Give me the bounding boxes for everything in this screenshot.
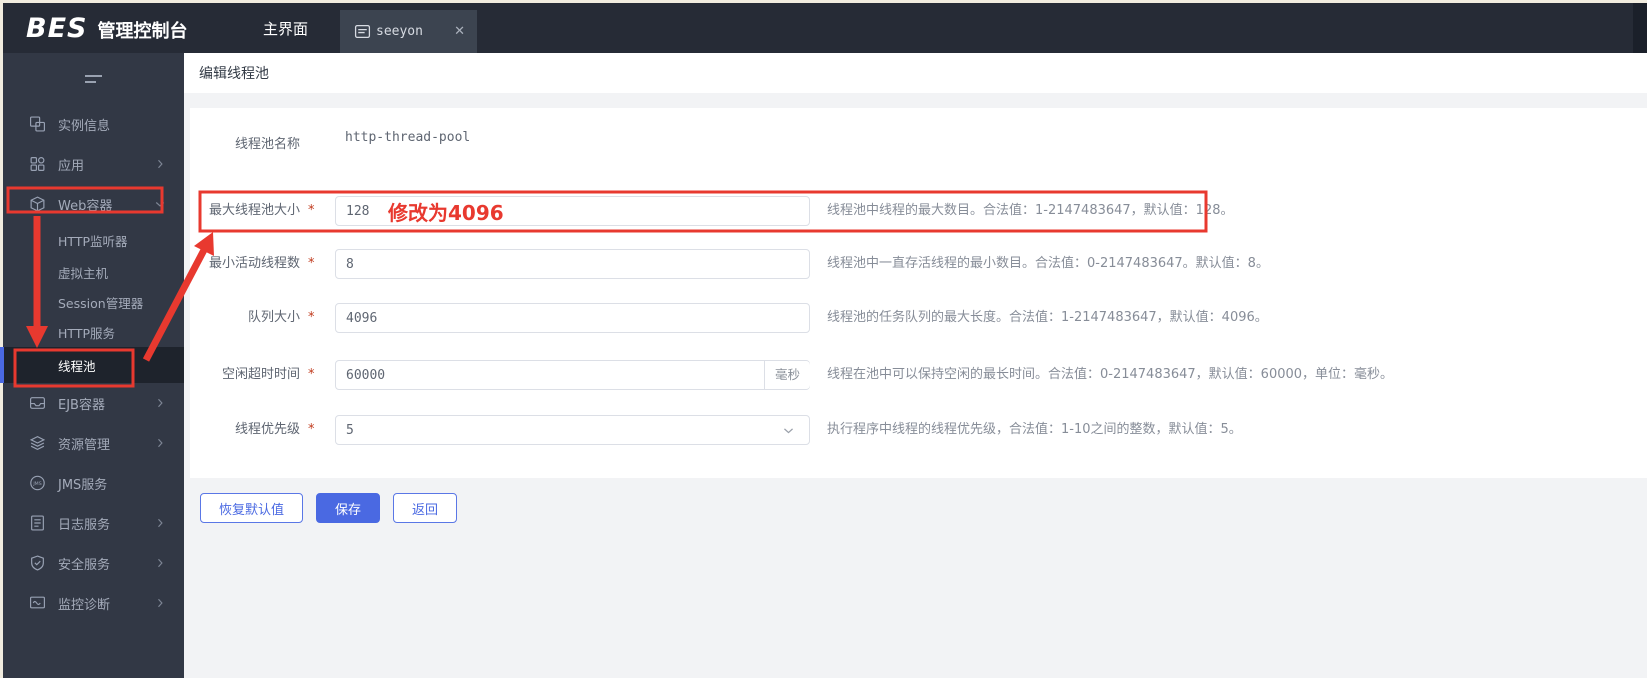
sidebar-item-web-container[interactable]: Web容器 [3, 184, 184, 224]
thread-priority-select[interactable] [335, 415, 810, 445]
form-row-thread-pool-name: 线程池名称 http-thread-pool [190, 130, 1647, 160]
restore-defaults-button[interactable]: 恢复默认值 [200, 493, 304, 523]
save-button[interactable]: 保存 [316, 493, 381, 523]
button-bar: 恢复默认值 保存 返回 [200, 493, 458, 523]
back-button[interactable]: 返回 [393, 493, 458, 523]
layers-icon [29, 435, 46, 452]
form-row-queue-size: 队列大小 * 线程池的任务队列的最大长度。合法值：1-2147483647，默认… [190, 303, 1647, 333]
required-mark: * [308, 367, 315, 382]
field-help: 线程池中线程的最大数目。合法值：1-2147483647，默认值：128。 [827, 203, 1234, 218]
sidebar-item-ejb-container[interactable]: EJB容器 [3, 383, 184, 423]
field-label: 线程池名称 [234, 137, 300, 152]
main-content: 线程池名称 http-thread-pool 最大线程池大小 * 线程池中线程的… [184, 93, 1647, 678]
chevron-right-icon [154, 517, 166, 529]
required-mark: * [308, 256, 315, 271]
queue-size-input[interactable] [335, 303, 810, 333]
tab-label: seeyon [376, 24, 423, 39]
sidebar-item-security-service[interactable]: 安全服务 [3, 543, 184, 583]
document-icon [29, 515, 46, 532]
chevron-right-icon [154, 397, 166, 409]
nav-main-screen[interactable]: 主界面 [263, 3, 308, 53]
field-label: 空闲超时时间 [221, 367, 300, 382]
field-help: 执行程序中线程的线程优先级，合法值：1-10之间的整数，默认值：5。 [827, 422, 1242, 437]
chevron-right-icon [154, 158, 166, 170]
sidebar-item-session-manager[interactable]: Session管理器 [3, 287, 184, 317]
app-title: 管理控制台 [97, 20, 188, 42]
chevron-down-icon[interactable] [782, 424, 795, 437]
required-mark: * [308, 310, 315, 325]
collapse-menu-icon[interactable] [3, 53, 184, 104]
required-mark: * [308, 203, 315, 218]
topbar: BES 管理控制台 主界面 seeyon ✕ [3, 3, 1647, 53]
chevron-right-icon [154, 557, 166, 569]
sidebar-item-monitoring-diagnosis[interactable]: 监控诊断 [3, 583, 184, 623]
monitor-icon [29, 595, 46, 612]
sidebar-item-instance-info[interactable]: 实例信息 [3, 104, 184, 144]
sidebar-item-http-listener[interactable]: HTTP监听器 [3, 224, 184, 257]
topbar-edge-shade [1633, 3, 1647, 53]
page-header: 编辑线程池 [184, 53, 1647, 93]
thread-pool-name-value: http-thread-pool [345, 130, 471, 145]
form-row-idle-timeout: 空闲超时时间 * 毫秒 线程在池中可以保持空闲的最长时间。合法值：0-21474… [190, 360, 1647, 390]
sidebar: 实例信息 应用 Web容器 HTTP监听器 虚拟主机 Session管理器 HT… [0, 53, 184, 678]
svg-text:JMS: JMS [32, 481, 41, 487]
field-help: 线程在池中可以保持空闲的最长时间。合法值：0-2147483647，默认值：60… [827, 367, 1394, 382]
min-active-threads-input[interactable] [335, 249, 810, 279]
idle-timeout-input[interactable] [335, 360, 810, 390]
chevron-right-icon [154, 437, 166, 449]
cube-icon [29, 196, 46, 213]
shield-icon [29, 555, 46, 572]
page-title: 编辑线程池 [199, 66, 269, 82]
required-mark: * [308, 422, 315, 437]
max-pool-size-input[interactable] [335, 196, 810, 226]
jms-icon: JMS [29, 475, 46, 492]
form-row-min-active-threads: 最小活动线程数 * 线程池中一直存活线程的最小数目。合法值：0-21474836… [190, 249, 1647, 279]
form-panel: 线程池名称 http-thread-pool 最大线程池大小 * 线程池中线程的… [190, 108, 1647, 478]
sidebar-item-log-service[interactable]: 日志服务 [3, 503, 184, 543]
sidebar-item-jms-service[interactable]: JMS JMS服务 [3, 463, 184, 503]
field-help: 线程池中一直存活线程的最小数目。合法值：0-2147483647。默认值：8。 [827, 256, 1269, 271]
sidebar-item-virtual-host[interactable]: 虚拟主机 [3, 257, 184, 287]
bes-logo: BES [26, 12, 88, 44]
chevron-down-icon [154, 198, 166, 210]
app-logo: BES 管理控制台 [26, 13, 187, 44]
unit-addon-milliseconds: 毫秒 [764, 361, 810, 389]
sidebar-item-thread-pool[interactable]: 线程池 [0, 347, 184, 383]
inbox-icon [29, 395, 46, 412]
field-label: 线程优先级 [234, 422, 300, 437]
close-icon[interactable]: ✕ [454, 24, 465, 39]
field-label: 最小活动线程数 [208, 256, 300, 271]
sidebar-item-resource-management[interactable]: 资源管理 [3, 423, 184, 463]
sidebar-item-applications[interactable]: 应用 [3, 144, 184, 184]
form-row-thread-priority: 线程优先级 * 执行程序中线程的线程优先级，合法值：1-10之间的整数，默认值：… [190, 415, 1647, 445]
chevron-right-icon [154, 597, 166, 609]
sidebar-item-http-service[interactable]: HTTP服务 [3, 317, 184, 347]
instance-icon [29, 116, 46, 133]
field-help: 线程池的任务队列的最大长度。合法值：1-2147483647，默认值：4096。 [827, 310, 1268, 325]
form-row-max-pool-size: 最大线程池大小 * 线程池中线程的最大数目。合法值：1-2147483647，默… [190, 196, 1647, 226]
field-label: 最大线程池大小 [208, 203, 300, 218]
apps-icon [29, 156, 46, 173]
field-label: 队列大小 [247, 310, 300, 325]
tab-seeyon[interactable]: seeyon ✕ [340, 10, 477, 53]
server-box-icon [354, 23, 371, 40]
